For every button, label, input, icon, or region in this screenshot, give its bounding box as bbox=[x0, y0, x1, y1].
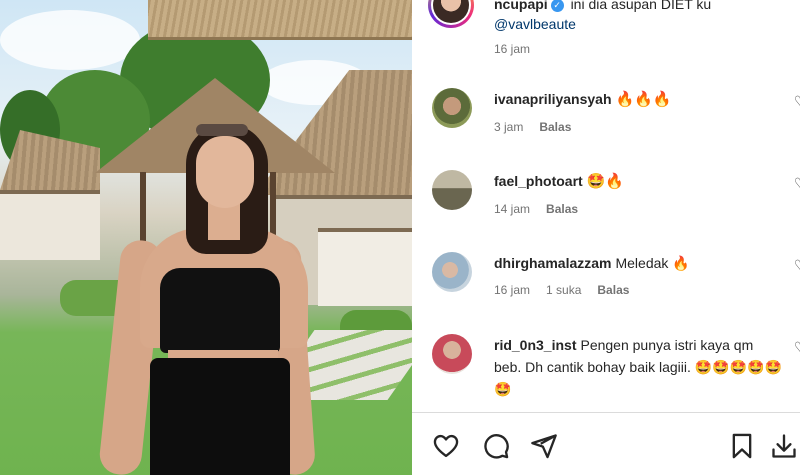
black-pants bbox=[150, 358, 290, 475]
comments-panel: ncupapi ✓ ini dia asupan DIET ku @vavlbea… bbox=[412, 0, 800, 475]
download-button[interactable] bbox=[770, 432, 800, 462]
comment-text: Meledak 🔥 bbox=[615, 255, 690, 271]
comment-username[interactable]: dhirghamalazzam bbox=[494, 255, 611, 271]
comment-time: 14 jam bbox=[494, 202, 531, 216]
mention-link[interactable]: @vavlbeaute bbox=[494, 16, 576, 32]
comment-text: 🤩🔥 bbox=[586, 173, 625, 190]
share-button[interactable] bbox=[530, 432, 560, 462]
comment-text: 🔥🔥🔥 bbox=[615, 91, 672, 108]
sunglasses bbox=[196, 124, 248, 136]
like-button[interactable] bbox=[432, 432, 462, 462]
commenter-avatar[interactable] bbox=[432, 334, 472, 374]
save-button[interactable] bbox=[728, 432, 758, 462]
author-username[interactable]: ncupapi bbox=[494, 0, 548, 12]
comment-like-icon[interactable]: ♡ bbox=[794, 176, 800, 190]
commenter-avatar[interactable] bbox=[432, 170, 472, 210]
comment-username[interactable]: fael_photoart bbox=[494, 173, 583, 189]
heart-icon bbox=[433, 434, 459, 458]
comment-icon bbox=[484, 434, 509, 459]
bookmark-icon bbox=[732, 433, 752, 459]
post-photo[interactable] bbox=[0, 0, 412, 475]
foreground-roof bbox=[148, 0, 412, 40]
hut-post bbox=[140, 172, 146, 242]
commenter-avatar[interactable] bbox=[432, 252, 472, 292]
author-avatar[interactable] bbox=[428, 0, 474, 28]
reply-button[interactable]: Balas bbox=[539, 120, 571, 134]
black-top bbox=[160, 268, 280, 353]
comment-like-icon[interactable]: ♡ bbox=[794, 94, 800, 108]
hut-post bbox=[270, 172, 276, 242]
building-wall bbox=[318, 228, 412, 306]
comment-time: 3 jam bbox=[494, 120, 524, 134]
reply-button[interactable]: Balas bbox=[546, 202, 578, 216]
reply-button[interactable]: Balas bbox=[597, 283, 629, 297]
comment-time: 16 jam bbox=[494, 283, 531, 297]
building bbox=[0, 190, 100, 260]
send-icon bbox=[531, 434, 557, 459]
comment-like-icon[interactable]: ♡ bbox=[794, 258, 800, 272]
download-icon bbox=[772, 434, 796, 458]
divider bbox=[412, 412, 800, 413]
comment-like-icon[interactable]: ♡ bbox=[794, 340, 800, 354]
verified-icon: ✓ bbox=[550, 0, 564, 12]
comment-username[interactable]: rid_0n3_inst bbox=[494, 337, 576, 353]
commenter-avatar[interactable] bbox=[432, 88, 472, 128]
cloud bbox=[0, 10, 140, 70]
post-caption: ncupapi ✓ ini dia asupan DIET ku @vavlbea… bbox=[494, 0, 794, 34]
comment-username[interactable]: ivanapriliyansyah bbox=[494, 91, 612, 107]
caption-time: 16 jam bbox=[494, 42, 531, 56]
comment-likes[interactable]: 1 suka bbox=[546, 283, 581, 297]
person-face bbox=[196, 136, 254, 208]
comment-button[interactable] bbox=[482, 432, 512, 462]
caption-text: ini dia asupan DIET ku bbox=[570, 0, 712, 12]
